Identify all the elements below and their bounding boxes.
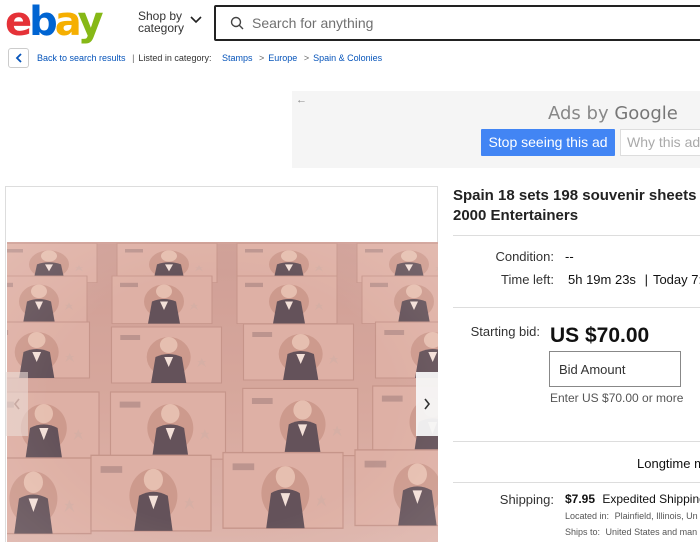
breadcrumb: Back to search results | Listed in catego… xyxy=(37,53,382,63)
shipping-cost: $7.95 xyxy=(565,492,596,506)
breadcrumb-item-stamps[interactable]: Stamps xyxy=(222,53,253,63)
located-in: Located in: Plainfield, Illinois, Un xyxy=(565,511,698,521)
ships-to: Ships to: United States and man xyxy=(565,527,697,537)
ad-block: ← Ads by Google Stop seeing this ad Why … xyxy=(292,91,700,168)
ads-by-label: Ads by xyxy=(548,103,609,124)
google-logo: Google xyxy=(614,103,678,124)
ads-by-google: Ads by Google xyxy=(548,103,678,124)
shipping-method: Expedited Shipping xyxy=(602,492,700,506)
enter-bid-hint: Enter US $70.00 or more xyxy=(550,391,684,405)
time-left-countdown: 5h 19m 23s xyxy=(568,272,636,287)
logo-letter-b: b xyxy=(29,0,58,45)
listing-title-line2: 2000 Entertainers xyxy=(453,207,579,224)
condition-value: -- xyxy=(565,249,574,264)
logo-letter-e: e xyxy=(5,0,32,45)
listing-title: Spain 18 sets 198 souvenir sheets 2000 E… xyxy=(453,186,700,226)
shipping-value: $7.95 Expedited Shipping xyxy=(565,492,700,506)
ebay-logo[interactable]: ebay xyxy=(5,0,104,45)
divider xyxy=(453,441,700,442)
time-left-value: 5h 19m 23s | Today 7:18 xyxy=(568,272,700,287)
starting-bid-label: Starting bid: xyxy=(470,324,540,339)
divider xyxy=(453,482,700,483)
image-gallery xyxy=(5,186,438,542)
logo-letter-a: a xyxy=(54,0,81,45)
chevron-right-icon xyxy=(424,398,431,410)
breadcrumb-separator: > xyxy=(303,53,310,63)
listed-in-label: Listed in category: xyxy=(138,53,212,63)
ad-back-icon[interactable]: ← xyxy=(296,94,307,106)
longtime-member-badge: Longtime m xyxy=(637,456,700,471)
back-to-search-link[interactable]: Back to search results xyxy=(37,53,126,63)
shop-by-category-button[interactable]: Shop by category xyxy=(138,10,204,34)
listing-title-line1: Spain 18 sets 198 souvenir sheets xyxy=(453,187,697,204)
stop-seeing-ad-button[interactable]: Stop seeing this ad xyxy=(481,129,615,156)
search-input[interactable] xyxy=(252,15,692,31)
breadcrumb-divider: | xyxy=(132,53,135,63)
previous-image-button[interactable] xyxy=(6,372,28,436)
time-left-end: Today 7:18 xyxy=(652,272,700,287)
souvenir-sheets-image xyxy=(7,242,438,542)
chevron-down-icon xyxy=(190,16,202,24)
located-in-label: Located in: xyxy=(565,511,610,521)
breadcrumb-item-spain-colonies[interactable]: Spain & Colonies xyxy=(313,53,382,63)
ships-to-label: Ships to: xyxy=(565,527,601,537)
back-button[interactable] xyxy=(8,48,29,68)
breadcrumb-separator: > xyxy=(259,53,265,63)
listing-photo[interactable] xyxy=(7,242,438,542)
chevron-left-icon xyxy=(15,53,22,63)
starting-bid-price: US $70.00 xyxy=(550,324,650,347)
condition-label: Condition: xyxy=(495,249,554,264)
next-image-button[interactable] xyxy=(416,372,438,436)
search-bar xyxy=(214,5,700,41)
shipping-label: Shipping: xyxy=(499,492,554,507)
located-in-value: Plainfield, Illinois, Un xyxy=(614,511,698,521)
divider xyxy=(453,307,700,308)
divider xyxy=(453,235,700,236)
ships-to-value: United States and man xyxy=(605,527,698,537)
logo-letter-y: y xyxy=(77,0,104,45)
time-left-separator: | xyxy=(644,272,648,287)
search-icon xyxy=(230,16,244,30)
chevron-left-icon xyxy=(13,398,20,410)
breadcrumb-item-europe[interactable]: Europe xyxy=(268,53,297,63)
why-this-ad-button[interactable]: Why this ad xyxy=(620,129,700,156)
time-left-label: Time left: xyxy=(501,272,554,287)
bid-amount-input[interactable] xyxy=(549,351,681,387)
